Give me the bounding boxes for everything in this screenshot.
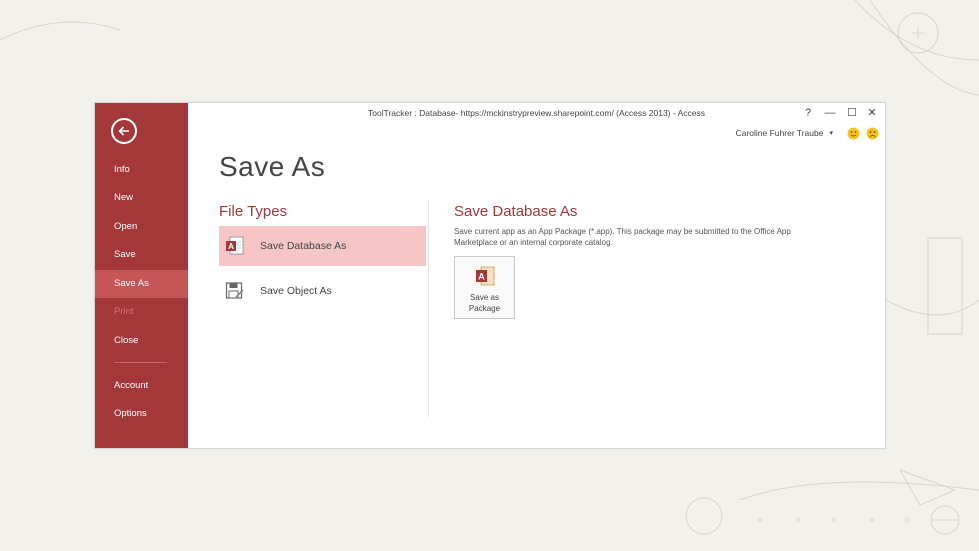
- sidebar-item-close[interactable]: Close: [95, 327, 188, 355]
- sidebar-item-open[interactable]: Open: [95, 213, 188, 241]
- save-as-package-button[interactable]: A Save as Package: [454, 256, 515, 319]
- help-button[interactable]: ?: [797, 105, 819, 121]
- access-backstage-window: Info New Open Save Save As Print Close A…: [94, 102, 886, 449]
- window-title: ToolTracker : Database- https://mckinstr…: [368, 108, 705, 118]
- svg-text:A: A: [478, 272, 485, 282]
- file-types-heading: File Types: [219, 203, 288, 220]
- page-title: Save As: [219, 151, 326, 182]
- file-type-label: Save Object As: [260, 285, 332, 297]
- user-account-area: Caroline Fuhrer Traube ▾: [736, 124, 879, 142]
- sidebar-item-account[interactable]: Account: [95, 372, 188, 400]
- sidebar-item-save-as[interactable]: Save As: [95, 270, 188, 298]
- sidebar-item-new[interactable]: New: [95, 184, 188, 212]
- access-database-icon: A: [226, 236, 244, 255]
- sidebar-item-print: Print: [114, 306, 134, 317]
- file-type-label: Save Database As: [260, 240, 347, 252]
- svg-text:A: A: [228, 242, 234, 251]
- sidebar-item-info[interactable]: Info: [95, 156, 188, 184]
- file-type-save-object-as[interactable]: Save Object As: [219, 271, 426, 311]
- minimize-button[interactable]: —: [819, 105, 841, 121]
- smile-feedback-icon[interactable]: [847, 127, 860, 140]
- back-button[interactable]: [111, 118, 137, 144]
- sidebar-item-options[interactable]: Options: [95, 400, 188, 428]
- sidebar-item-save[interactable]: Save: [95, 241, 188, 269]
- save-database-as-heading: Save Database As: [454, 203, 578, 220]
- file-type-save-database-as[interactable]: A Save Database As: [219, 226, 426, 266]
- maximize-button[interactable]: ☐: [841, 105, 863, 121]
- save-database-as-description: Save current app as an App Package (*.ap…: [454, 227, 791, 247]
- frown-feedback-icon[interactable]: [866, 127, 879, 140]
- user-dropdown-icon[interactable]: ▾: [829, 129, 833, 137]
- panel-divider: [428, 201, 429, 417]
- save-as-package-label: Save as Package: [468, 293, 501, 313]
- sidebar-divider: [114, 362, 167, 363]
- access-package-icon: A: [475, 266, 494, 286]
- back-arrow-icon: [118, 126, 129, 136]
- user-name[interactable]: Caroline Fuhrer Traube: [736, 128, 824, 138]
- save-object-icon: [225, 282, 244, 299]
- backstage-sidebar: Info New Open Save Save As Print Close A…: [95, 103, 188, 448]
- close-button[interactable]: ✕: [861, 105, 883, 121]
